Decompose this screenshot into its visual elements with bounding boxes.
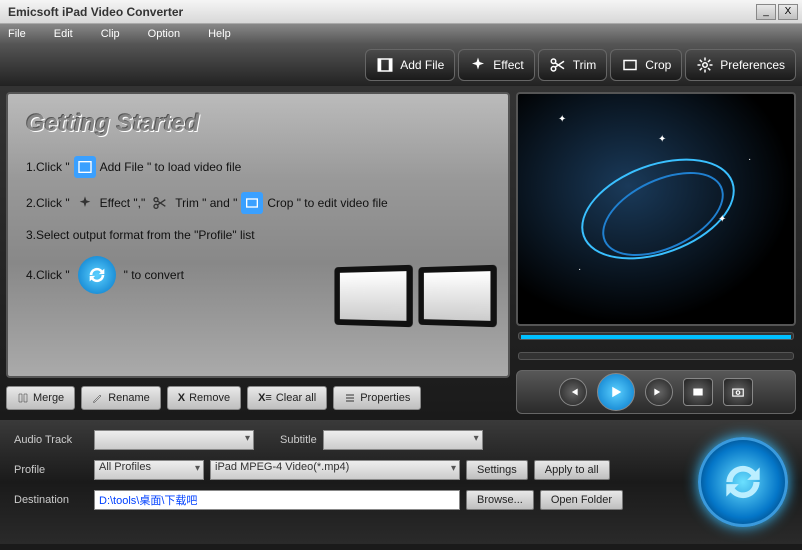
crop-icon <box>241 192 263 214</box>
merge-icon <box>17 392 29 404</box>
menu-help[interactable]: Help <box>208 28 231 40</box>
apply-to-all-button[interactable]: Apply to all <box>534 460 610 480</box>
step-1: 1.Click " Add File " to load video file <box>26 156 490 178</box>
destination-input[interactable] <box>94 490 460 510</box>
trim-button[interactable]: Trim <box>538 49 608 81</box>
left-panel: Getting Started 1.Click " Add File " to … <box>6 92 510 414</box>
menu-option[interactable]: Option <box>148 28 180 40</box>
minimize-button[interactable]: _ <box>756 4 776 20</box>
film-icon <box>74 156 96 178</box>
convert-button[interactable] <box>698 437 788 527</box>
next-button[interactable] <box>645 378 673 406</box>
crop-button[interactable]: Crop <box>610 49 682 81</box>
menu-file[interactable]: File <box>8 28 26 40</box>
sparkle-icon <box>469 56 487 74</box>
seek-slider[interactable] <box>518 332 794 340</box>
ipad-illustration <box>332 266 496 326</box>
step-3: 3.Select output format from the "Profile… <box>26 228 490 242</box>
remove-button[interactable]: XRemove <box>167 386 241 410</box>
menubar: File Edit Clip Option Help <box>0 24 802 44</box>
open-folder-button[interactable]: Open Folder <box>540 490 623 510</box>
profile-format-select[interactable]: iPad MPEG-4 Video(*.mp4) <box>210 460 460 480</box>
toolbar: Add File Effect Trim Crop Preferences <box>0 44 802 86</box>
step-2: 2.Click " Effect "," Trim " and " Crop "… <box>26 192 490 214</box>
sparkle-icon <box>74 192 96 214</box>
settings-button[interactable]: Settings <box>466 460 528 480</box>
gear-icon <box>696 56 714 74</box>
destination-label: Destination <box>14 490 86 510</box>
preferences-button[interactable]: Preferences <box>685 49 796 81</box>
bottom-panel: Audio Track Subtitle Profile All Profile… <box>0 420 802 544</box>
pencil-icon <box>92 392 104 404</box>
window-title: Emicsoft iPad Video Converter <box>4 5 754 19</box>
merge-button[interactable]: Merge <box>6 386 75 410</box>
rename-button[interactable]: Rename <box>81 386 161 410</box>
play-button[interactable] <box>597 373 635 411</box>
audio-track-select[interactable] <box>94 430 254 450</box>
convert-icon <box>718 457 768 507</box>
list-icon <box>344 392 356 404</box>
main-area: Getting Started 1.Click " Add File " to … <box>0 86 802 420</box>
crop-icon <box>621 56 639 74</box>
fullscreen-button[interactable] <box>683 378 713 406</box>
effect-button[interactable]: Effect <box>458 49 534 81</box>
clear-icon: X≡ <box>258 392 272 404</box>
getting-started-panel: Getting Started 1.Click " Add File " to … <box>6 92 510 378</box>
add-file-button[interactable]: Add File <box>365 49 455 81</box>
scissors-icon <box>149 192 171 214</box>
snapshot-button[interactable] <box>723 378 753 406</box>
menu-clip[interactable]: Clip <box>101 28 120 40</box>
prev-button[interactable] <box>559 378 587 406</box>
audio-track-label: Audio Track <box>14 430 86 450</box>
subtitle-select[interactable] <box>323 430 483 450</box>
profile-label: Profile <box>14 460 86 480</box>
scissors-icon <box>549 56 567 74</box>
clear-all-button[interactable]: X≡Clear all <box>247 386 327 410</box>
properties-button[interactable]: Properties <box>333 386 421 410</box>
convert-icon <box>78 256 116 294</box>
preview-area: ✦ ✦ · · ✦ <box>516 92 796 326</box>
list-button-row: Merge Rename XRemove X≡Clear all Propert… <box>6 386 510 414</box>
titlebar: Emicsoft iPad Video Converter _ X <box>0 0 802 24</box>
preview-panel: ✦ ✦ · · ✦ <box>516 92 796 414</box>
subtitle-label: Subtitle <box>280 434 317 446</box>
guide-heading: Getting Started <box>26 110 490 138</box>
profile-category-select[interactable]: All Profiles <box>94 460 204 480</box>
film-icon <box>376 56 394 74</box>
menu-edit[interactable]: Edit <box>54 28 73 40</box>
trim-slider[interactable] <box>518 352 794 360</box>
x-icon: X <box>178 392 185 404</box>
playback-controls <box>516 370 796 414</box>
close-button[interactable]: X <box>778 4 798 20</box>
browse-button[interactable]: Browse... <box>466 490 534 510</box>
